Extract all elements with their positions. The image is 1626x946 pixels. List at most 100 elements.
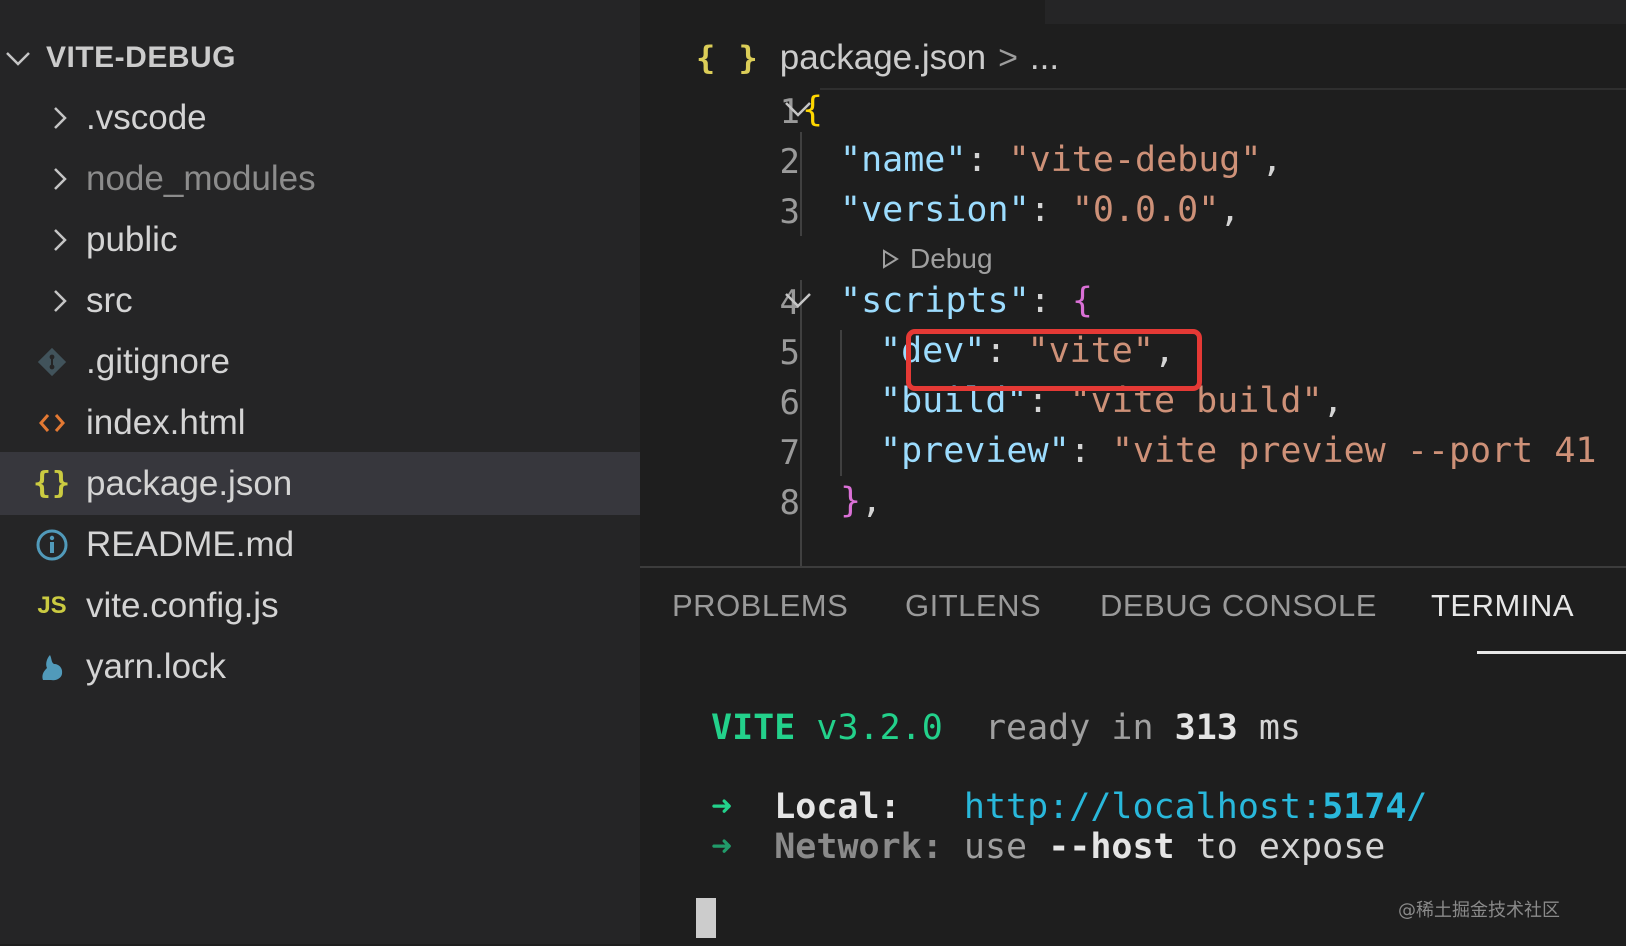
- tree-item-package-json[interactable]: {} package.json: [0, 452, 640, 515]
- yarn-icon: [30, 645, 74, 689]
- tree-item-label: index.html: [86, 402, 246, 442]
- json-comma: ,: [861, 481, 883, 521]
- json-string: "0.0.0": [1071, 190, 1220, 230]
- line-number: 3: [779, 192, 800, 232]
- tree-item-node-modules[interactable]: node_modules: [0, 147, 640, 210]
- fold-chevron-icon[interactable]: [780, 281, 818, 319]
- tab-problems[interactable]: PROBLEMS: [672, 588, 848, 624]
- tree-item-yarn-lock[interactable]: yarn.lock: [0, 635, 640, 698]
- tab-gitlens[interactable]: GITLENS: [905, 588, 1041, 624]
- ready-ms-value: 313: [1174, 708, 1238, 748]
- ms-unit: ms: [1258, 708, 1302, 748]
- json-key: "name": [840, 140, 967, 180]
- codelens-label: Debug: [910, 243, 993, 274]
- local-url[interactable]: http://localhost:5174/: [964, 787, 1428, 827]
- code-text: {: [802, 90, 824, 130]
- active-tab-indicator: [1477, 651, 1626, 654]
- tree-item-src[interactable]: src: [0, 269, 640, 332]
- json-braces-icon: {}: [32, 466, 72, 501]
- json-colon: :: [1029, 190, 1072, 230]
- breadcrumb-file[interactable]: package.json: [780, 38, 986, 78]
- tree-item-label: node_modules: [86, 158, 316, 198]
- json-key: "version": [840, 190, 1030, 230]
- network-flag: --host: [1048, 827, 1175, 867]
- editor-tab-strip: [1045, 0, 1626, 24]
- tree-item-label: src: [86, 280, 133, 320]
- vite-label: VITE: [711, 708, 796, 748]
- highlight-box: [906, 329, 1202, 391]
- code-editor[interactable]: { } package.json > ... 1 { 2 "name": "vi…: [640, 0, 1626, 566]
- ready-text: ready in: [984, 708, 1154, 748]
- code-line: 1 {: [640, 86, 1626, 136]
- tree-item-vite-config[interactable]: JS vite.config.js: [0, 574, 640, 637]
- local-url-suffix: /: [1406, 787, 1428, 827]
- breadcrumb-more[interactable]: ...: [1030, 38, 1059, 78]
- code-text: },: [840, 481, 882, 521]
- json-braces-icon: { }: [696, 39, 760, 77]
- code-text: "preview": "vite preview --port 41: [880, 431, 1596, 471]
- arrow-icon: ➜: [711, 787, 733, 827]
- terminal-line-network: ➜ Network: use --host to expose: [711, 827, 1385, 867]
- tree-item-public[interactable]: public: [0, 208, 640, 271]
- info-icon: [30, 523, 74, 567]
- git-icon: [30, 340, 74, 384]
- tab-terminal[interactable]: TERMINA: [1431, 588, 1574, 624]
- tree-item-label: .vscode: [86, 97, 207, 137]
- tree-item-label: public: [86, 219, 178, 259]
- chevron-right-icon: [38, 218, 82, 262]
- network-label: Network:: [774, 827, 943, 867]
- code-line: 3 "version": "0.0.0",: [640, 186, 1626, 236]
- code-text: "version": "0.0.0",: [840, 190, 1240, 230]
- tree-item-label: .gitignore: [86, 341, 230, 381]
- terminal-line-local: ➜ Local: http://localhost:5174/: [711, 787, 1428, 827]
- json-colon: :: [1069, 431, 1112, 471]
- play-icon: [883, 249, 899, 269]
- json-key: "scripts": [840, 281, 1030, 321]
- tree-item-readme[interactable]: README.md: [0, 513, 640, 576]
- code-line: 7 "preview": "vite preview --port 41: [640, 427, 1626, 477]
- line-number: 2: [779, 142, 800, 182]
- tree-item-index-html[interactable]: index.html: [0, 391, 640, 454]
- json-string: "vite-debug": [1008, 140, 1262, 180]
- tree-item-label: yarn.lock: [86, 646, 227, 686]
- explorer-folder-title: VITE-DEBUG: [46, 41, 237, 74]
- json-brace: {: [1071, 281, 1093, 321]
- chevron-right-icon: [38, 96, 82, 140]
- explorer-sidebar: VITE-DEBUG .vscode node_modules public s…: [0, 0, 640, 944]
- tree-item-gitignore[interactable]: .gitignore: [0, 330, 640, 393]
- code-line: 2 "name": "vite-debug",: [640, 136, 1626, 186]
- network-use: use: [963, 827, 1028, 867]
- tree-item-label: README.md: [86, 524, 295, 564]
- line-number: 8: [779, 483, 800, 523]
- tree-item-label: vite.config.js: [86, 585, 279, 625]
- network-rest: to expose: [1195, 827, 1386, 867]
- chevron-right-icon: [38, 157, 82, 201]
- tab-debug-console[interactable]: DEBUG CONSOLE: [1100, 588, 1377, 624]
- breadcrumb: { } package.json > ...: [696, 34, 1059, 82]
- json-colon: :: [1029, 281, 1072, 321]
- local-url-prefix: http://localhost:: [963, 787, 1323, 827]
- terminal-line-ready: VITE v3.2.0 ready in 313 ms: [711, 708, 1301, 748]
- chevron-down-icon[interactable]: [0, 30, 36, 86]
- debug-codelens[interactable]: Debug: [878, 243, 993, 275]
- line-number: 7: [779, 433, 800, 473]
- tree-item-label: package.json: [86, 463, 293, 503]
- tree-item-vscode[interactable]: .vscode: [0, 86, 640, 149]
- line-number: 6: [779, 383, 800, 423]
- local-url-port: 5174: [1322, 787, 1407, 827]
- json-comma: ,: [1322, 381, 1344, 421]
- code-line: 8 },: [640, 477, 1626, 527]
- terminal-cursor: [696, 898, 716, 938]
- html-icon: [30, 401, 74, 445]
- json-comma: ,: [1261, 140, 1283, 180]
- arrow-icon: ➜: [711, 827, 733, 867]
- code-text: "name": "vite-debug",: [840, 140, 1283, 180]
- line-number: 5: [779, 333, 800, 373]
- local-label: Local:: [774, 787, 901, 827]
- watermark: @稀土掘金技术社区: [1398, 900, 1560, 921]
- breadcrumb-separator: >: [998, 38, 1018, 77]
- json-comma: ,: [1219, 190, 1241, 230]
- json-key: "preview": [880, 431, 1070, 471]
- explorer-folder-header[interactable]: VITE-DEBUG: [0, 30, 640, 86]
- json-brace: }: [840, 481, 862, 521]
